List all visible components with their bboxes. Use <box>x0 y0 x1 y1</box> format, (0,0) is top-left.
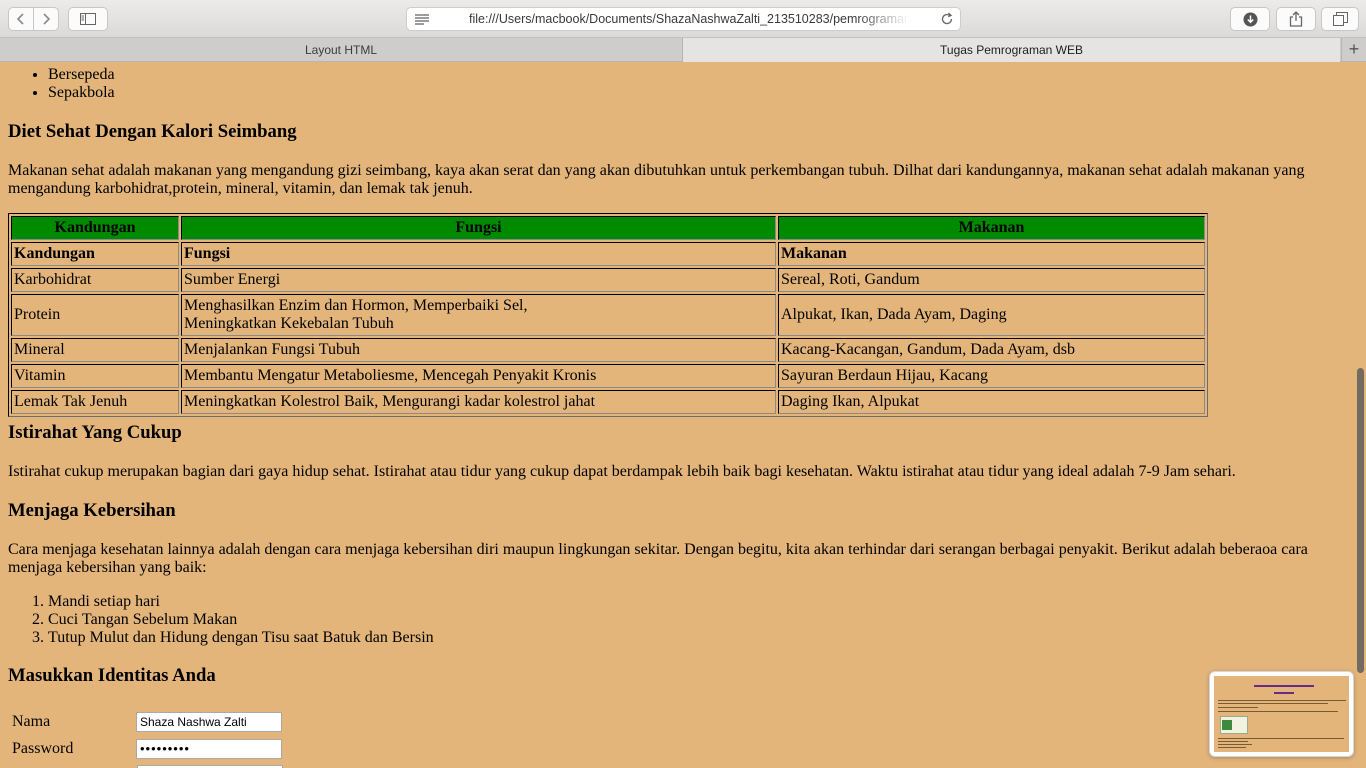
diet-paragraph: Makanan sehat adalah makanan yang mengan… <box>8 162 1305 197</box>
table-cell: Vitamin <box>11 364 179 388</box>
tab-bar: Layout HTML Tugas Pemrograman WEB + <box>0 38 1366 62</box>
chevron-left-icon <box>16 12 26 26</box>
url-text[interactable]: file:///Users/macbook/Documents/ShazaNas… <box>469 12 909 26</box>
table-cell: Fungsi <box>181 242 776 266</box>
cell-line: Meningkatkan Kekebalan Tubuh <box>184 315 394 332</box>
table-cell: Kacang-Kacangan, Gandum, Dada Ayam, dsb <box>778 338 1205 362</box>
table-cell: Protein <box>11 294 179 336</box>
table-header-cell: Makanan <box>778 216 1205 240</box>
hygiene-paragraph: Cara menjaga kesehatan lainnya adalah de… <box>8 541 1308 576</box>
list-item: Bersepeda <box>48 66 115 84</box>
password-label: Password <box>12 739 74 757</box>
sport-list: Bersepeda Sepakbola <box>0 66 115 102</box>
share-icon <box>1289 11 1303 27</box>
list-item: Tutup Mulut dan Hidung dengan Tisu saat … <box>48 629 434 647</box>
tab-layout-html[interactable]: Layout HTML <box>0 38 683 62</box>
rest-paragraph: Istirahat cukup merupakan bagian dari ga… <box>8 463 1236 480</box>
identity-form: Nama Shaza Nashwa Zalti Password •••••••… <box>8 707 286 763</box>
show-tabs-button[interactable] <box>1321 7 1359 31</box>
screenshot-thumbnail[interactable] <box>1209 671 1354 757</box>
table-header-cell: Fungsi <box>181 216 776 240</box>
table-cell: Sumber Energi <box>181 268 776 292</box>
scrollbar-thumb[interactable] <box>1357 368 1364 673</box>
chevron-right-icon <box>41 12 51 26</box>
table-cell: Meningkatkan Kolestrol Baik, Mengurangi … <box>181 390 776 414</box>
tab-tugas-pemrograman-web[interactable]: Tugas Pemrograman WEB <box>683 38 1340 62</box>
table-cell: Membantu Mengatur Metaboliesme, Mencegah… <box>181 364 776 388</box>
password-input[interactable]: ••••••••• <box>136 738 282 759</box>
nutrition-table: Kandungan Fungsi Makanan Kandungan Fungs… <box>8 213 1208 417</box>
list-item: Sepakbola <box>48 84 115 102</box>
table-row: Vitamin Membantu Mengatur Metaboliesme, … <box>11 364 1205 388</box>
name-label: Nama <box>12 712 51 730</box>
name-input[interactable]: Shaza Nashwa Zalti <box>136 711 282 732</box>
downloads-button[interactable] <box>1230 7 1270 31</box>
download-icon <box>1243 12 1258 27</box>
forward-button[interactable] <box>33 7 59 31</box>
thumbnail-preview <box>1214 676 1349 752</box>
table-cell: Daging Ikan, Alpukat <box>778 390 1205 414</box>
page-content: Bersepeda Sepakbola Diet Sehat Dengan Ka… <box>0 63 1354 768</box>
browser-toolbar: file:///Users/macbook/Documents/ShazaNas… <box>0 0 1366 38</box>
cell-line: Menghasilkan Enzim dan Hormon, Memperbai… <box>184 297 528 314</box>
sidebar-icon <box>80 13 96 25</box>
new-tab-button[interactable]: + <box>1341 38 1366 62</box>
table-cell: Sereal, Roti, Gandum <box>778 268 1205 292</box>
table-cell: Mineral <box>11 338 179 362</box>
table-cell: Alpukat, Ikan, Dada Ayam, Daging <box>778 294 1205 336</box>
table-cell: Karbohidrat <box>11 268 179 292</box>
table-cell: Menghasilkan Enzim dan Hormon, Memperbai… <box>181 294 776 336</box>
identity-form-heading: Masukkan Identitas Anda <box>8 665 216 686</box>
share-button[interactable] <box>1276 7 1316 31</box>
table-row: Protein Menghasilkan Enzim dan Hormon, M… <box>11 294 1205 336</box>
table-row: Kandungan Fungsi Makanan <box>11 242 1205 266</box>
hygiene-steps-list: Mandi setiap hari Cuci Tangan Sebelum Ma… <box>0 593 434 647</box>
table-header-cell: Kandungan <box>11 216 179 240</box>
address-bar[interactable]: file:///Users/macbook/Documents/ShazaNas… <box>406 7 961 31</box>
table-cell: Makanan <box>778 242 1205 266</box>
form-row: Nama Shaza Nashwa Zalti <box>10 709 284 734</box>
sidebar-toggle-button[interactable] <box>68 7 108 31</box>
table-cell: Lemak Tak Jenuh <box>11 390 179 414</box>
list-item: Mandi setiap hari <box>48 593 434 611</box>
reload-icon[interactable] <box>940 12 954 29</box>
rest-heading: Istirahat Yang Cukup <box>8 422 182 443</box>
table-row: Karbohidrat Sumber Energi Sereal, Roti, … <box>11 268 1205 292</box>
hygiene-heading: Menjaga Kebersihan <box>8 500 176 521</box>
tab-overview-icon <box>1332 12 1348 26</box>
table-row: Lemak Tak Jenuh Meningkatkan Kolestrol B… <box>11 390 1205 414</box>
back-button[interactable] <box>8 7 34 31</box>
table-cell: Sayuran Berdaun Hijau, Kacang <box>778 364 1205 388</box>
table-cell: Kandungan <box>11 242 179 266</box>
table-cell: Menjalankan Fungsi Tubuh <box>181 338 776 362</box>
form-row: Password ••••••••• <box>10 736 284 761</box>
table-row: Mineral Menjalankan Fungsi Tubuh Kacang-… <box>11 338 1205 362</box>
table-header-row: Kandungan Fungsi Makanan <box>11 216 1205 240</box>
list-item: Cuci Tangan Sebelum Makan <box>48 611 434 629</box>
diet-heading: Diet Sehat Dengan Kalori Seimbang <box>8 121 297 142</box>
reader-view-icon[interactable] <box>415 13 429 28</box>
